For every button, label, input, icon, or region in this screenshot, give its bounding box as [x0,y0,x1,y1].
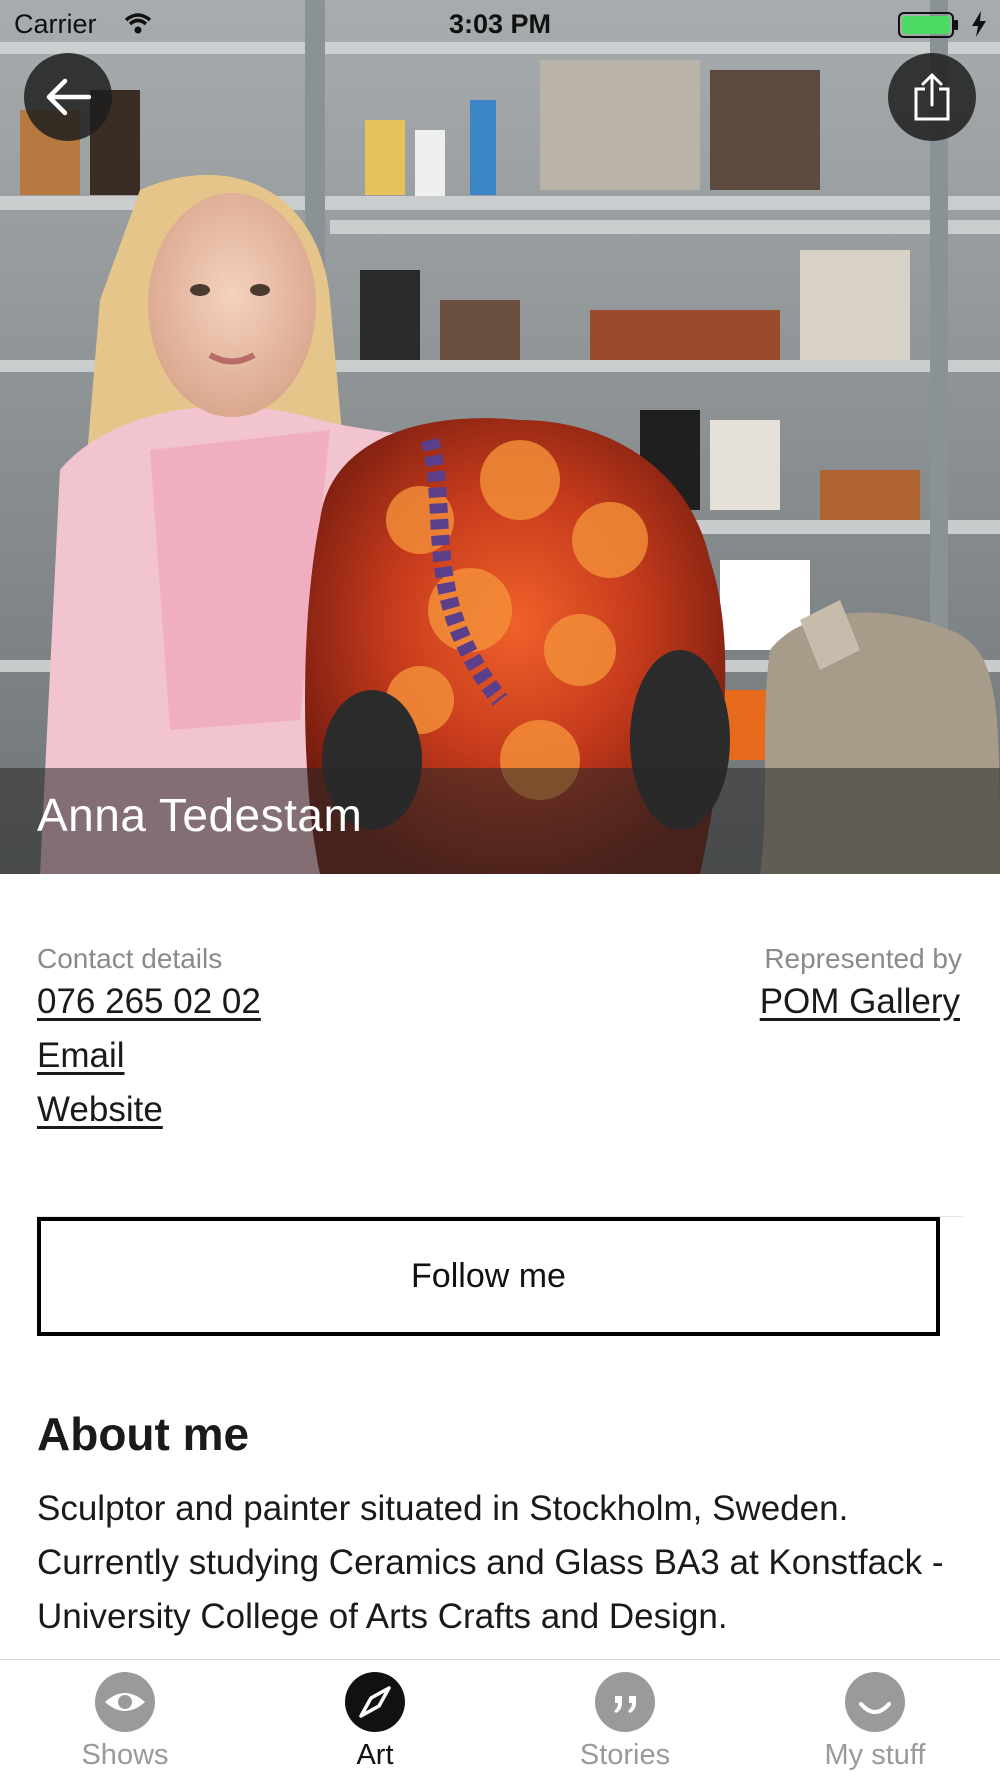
phone-link[interactable]: 076 265 02 02 [37,982,261,1022]
follow-button[interactable]: Follow me [37,1217,940,1336]
email-link[interactable]: Email [37,1036,125,1076]
tab-label-shows: Shows [81,1739,169,1771]
share-icon [914,73,950,121]
back-button[interactable] [24,53,112,141]
tab-label-art: Art [356,1739,394,1771]
arrow-left-icon [46,78,91,116]
smiley-icon [845,1672,905,1732]
about-title: About me [37,1408,250,1460]
quote-icon [595,1672,655,1732]
tab-my-stuff[interactable]: My stuff [750,1660,1000,1778]
contact-details-label: Contact details [37,943,223,974]
status-bar: Carrier 3:03 PM [0,0,1000,50]
eye-icon [95,1672,155,1732]
tab-stories[interactable]: Stories [500,1660,750,1778]
hero-image: Carrier 3:03 PM Anna Tedestam [0,0,1000,874]
compass-icon [345,1672,405,1732]
artist-name: Anna Tedestam [37,789,363,841]
tab-label-stories: Stories [579,1739,671,1771]
website-link[interactable]: Website [37,1090,163,1130]
artist-photo [0,0,1000,874]
tab-bar: Shows Art Stories My stuff [0,1659,1000,1778]
tab-label-my-stuff: My stuff [824,1739,926,1771]
tab-shows[interactable]: Shows [0,1660,250,1778]
represented-by-label: Represented by [764,943,962,974]
tab-art[interactable]: Art [250,1660,500,1778]
status-time: 3:03 PM [448,9,552,39]
about-text: Sculptor and painter situated in Stockho… [37,1489,944,1636]
gallery-link[interactable]: POM Gallery [760,982,960,1022]
battery-icon [898,12,960,45]
share-button[interactable] [888,53,976,141]
charging-icon [970,10,988,45]
